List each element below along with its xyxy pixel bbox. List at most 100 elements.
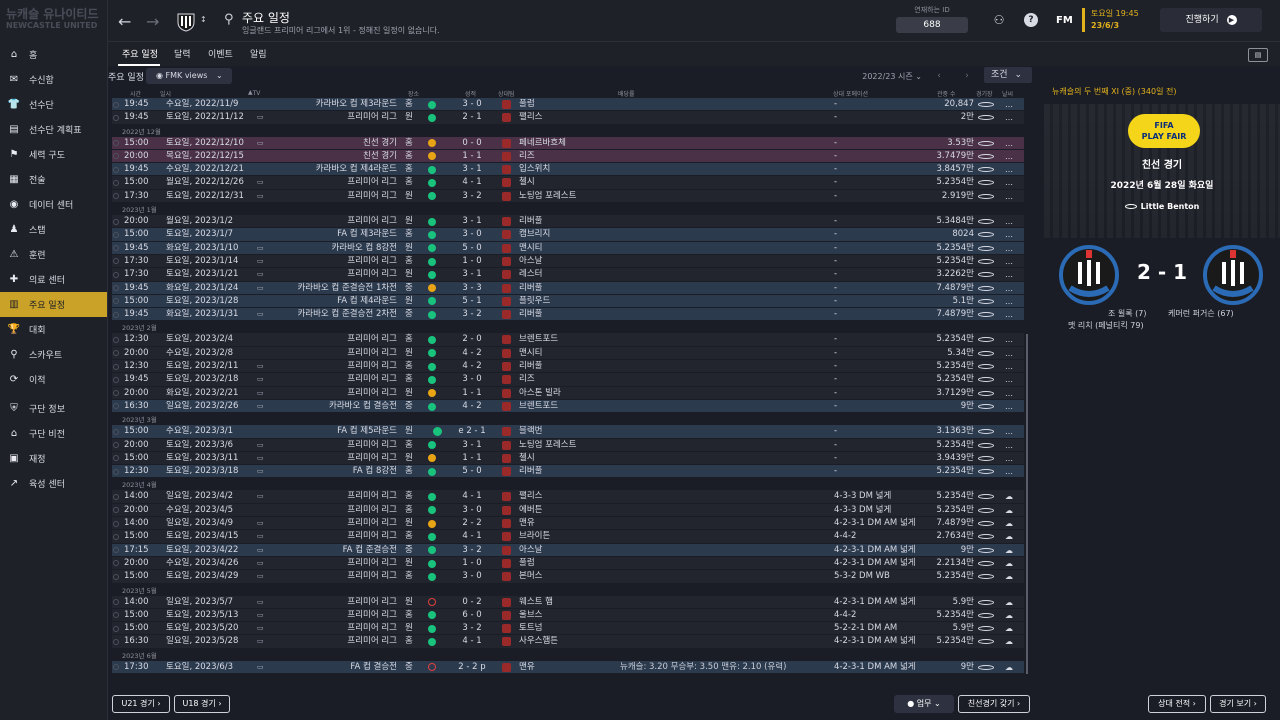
season-dropdown[interactable]: 2022/23 시즌 ⌄ xyxy=(844,69,922,84)
opponent-name[interactable]: 블랙번 xyxy=(519,425,542,438)
col-tv-competition[interactable]: ▲ TV 대회 xyxy=(248,89,260,115)
match-result[interactable]: 4 - 1 xyxy=(458,530,486,543)
match-result[interactable]: 3 - 2 xyxy=(458,622,486,635)
match-result[interactable]: 2 - 0 xyxy=(458,333,486,346)
opponent-name[interactable]: 플릿우드 xyxy=(519,295,550,308)
match-result[interactable]: 3 - 3 xyxy=(458,282,486,295)
row-select-icon[interactable] xyxy=(113,153,119,160)
table-row[interactable]: 19:45 수요일, 2022/12/21 카라바오 컵 제4라운드 홈 3 - 1 입스… xyxy=(112,163,1024,177)
sidebar-item-10[interactable]: ▥ 주요 일정 xyxy=(0,292,107,317)
competition[interactable]: 프리미어 리그 xyxy=(272,255,397,268)
opponent-name[interactable]: 맨시티 xyxy=(519,347,542,360)
row-select-icon[interactable] xyxy=(113,311,119,318)
competition[interactable]: 프리미어 리그 xyxy=(272,333,397,346)
table-row[interactable]: 15:00 토요일, 2022/12/10 ▭ 친선 경기 홈 0 - 0 페네르바흐체 - 3… xyxy=(112,136,1024,150)
sidebar-item-16[interactable]: ▣ 재정 xyxy=(0,446,107,471)
opponent-name[interactable]: 아스날 xyxy=(519,255,542,268)
match-result[interactable]: 5 - 0 xyxy=(458,242,486,255)
match-result[interactable]: 2 - 2 p xyxy=(458,661,486,674)
table-row[interactable]: 17:15 토요일, 2023/4/22 ▭ FA 컵 준결승전 중 3 - 2 아스날 4-… xyxy=(112,543,1024,557)
col-weather[interactable]: 날씨 xyxy=(1002,89,1013,98)
row-select-icon[interactable] xyxy=(113,403,119,410)
sidebar-item-15[interactable]: ⌂ 구단 비전 xyxy=(0,421,107,446)
competition[interactable]: FA 컵 제5라운드 xyxy=(272,425,397,438)
match-result[interactable]: e 2 - 1 xyxy=(458,425,486,438)
view-match-button[interactable]: 경기 보기 › xyxy=(1210,695,1266,713)
table-row[interactable]: 12:30 토요일, 2023/2/4 프리미어 리그 홈 2 - 0 브렌트포드 - 5.2… xyxy=(112,333,1024,347)
table-row[interactable]: 15:00 토요일, 2023/4/15 ▭ 프리미어 리그 홈 4 - 1 브라이튼 4-4… xyxy=(112,530,1024,544)
opponent-name[interactable]: 리버풀 xyxy=(519,282,542,295)
row-select-icon[interactable] xyxy=(113,612,119,619)
match-result[interactable]: 3 - 0 xyxy=(458,228,486,241)
away-team-crest-icon[interactable] xyxy=(1202,244,1264,306)
competition[interactable]: 프리미어 리그 xyxy=(272,504,397,517)
table-row[interactable]: 19:45 화요일, 2023/1/31 ▭ 카라바오 컵 준결승전 2차전 중 3 - … xyxy=(112,308,1024,322)
col-date[interactable]: 일시 xyxy=(160,89,171,98)
forward-arrow-icon[interactable]: → xyxy=(146,12,159,31)
sidebar-item-12[interactable]: ⚲ 스카우트 xyxy=(0,342,107,367)
search-icon[interactable]: ⚲ xyxy=(224,12,234,27)
opponent-name[interactable]: 리버풀 xyxy=(519,215,542,228)
competition[interactable]: 프리미어 리그 xyxy=(272,111,397,124)
competition[interactable]: 친선 경기 xyxy=(272,150,397,163)
row-select-icon[interactable] xyxy=(113,140,119,147)
tab-alerts[interactable]: 알림 xyxy=(250,47,267,60)
col-opponent[interactable]: 상대팀 xyxy=(498,89,515,98)
row-select-icon[interactable] xyxy=(113,468,119,475)
match-result[interactable]: 3 - 1 xyxy=(458,439,486,452)
opponent-name[interactable]: 아스날 xyxy=(519,544,542,557)
match-result[interactable]: 3 - 1 xyxy=(458,215,486,228)
opponent-name[interactable]: 아스톤 빌라 xyxy=(519,387,561,400)
opponent-name[interactable]: 페네르바흐체 xyxy=(519,137,566,150)
row-select-icon[interactable] xyxy=(113,442,119,449)
table-row[interactable]: 16:30 일요일, 2023/5/28 ▭ 프리미어 리그 홈 4 - 1 사우스햄튼 4-… xyxy=(112,635,1024,649)
table-row[interactable]: 19:45 토요일, 2022/11/12 ▭ 프리미어 리그 원 2 - 1 팰리스 - 2만… xyxy=(112,111,1024,125)
match-result[interactable]: 1 - 1 xyxy=(458,387,486,400)
table-row[interactable]: 19:45 토요일, 2023/2/18 ▭ 프리미어 리그 홈 3 - 0 리즈 - 5.23… xyxy=(112,373,1024,387)
table-row[interactable]: 20:00 수요일, 2023/4/5 프리미어 리그 홈 3 - 0 에버튼 4-3-3 … xyxy=(112,503,1024,518)
row-select-icon[interactable] xyxy=(113,455,119,462)
table-row[interactable]: 17:30 토요일, 2023/1/14 ▭ 프리미어 리그 홈 1 - 0 아스날 - 5.2… xyxy=(112,254,1024,269)
opponent-name[interactable]: 리즈 xyxy=(519,373,535,386)
competition[interactable]: FA 컵 준결승전 xyxy=(272,544,397,557)
table-row[interactable]: 12:30 토요일, 2023/3/18 ▭ FA 컵 8강전 홈 5 - 0 리버풀 - 5.… xyxy=(112,465,1024,479)
sidebar-item-3[interactable]: ▤ 선수단 계획표 xyxy=(0,117,107,142)
tab-schedule[interactable]: 주요 일정 xyxy=(122,47,158,60)
competition[interactable]: 카라바오 컵 8강전 xyxy=(272,242,397,255)
opponent-name[interactable]: 캠브리지 xyxy=(519,228,550,241)
table-row[interactable]: 19:45 수요일, 2022/11/9 카라바오 컵 제3라운드 홈 3 - 0 풀럼 -… xyxy=(112,98,1024,112)
row-select-icon[interactable] xyxy=(113,573,119,580)
match-result[interactable]: 3 - 1 xyxy=(458,163,486,176)
competition[interactable]: FA 컵 제4라운드 xyxy=(272,295,397,308)
table-scrollbar[interactable] xyxy=(1026,334,1028,674)
col-odds[interactable]: 배당률 xyxy=(618,89,635,98)
row-select-icon[interactable] xyxy=(113,336,119,343)
competition[interactable]: 프리미어 리그 xyxy=(272,215,397,228)
continue-button[interactable]: 진행하기 ▶ xyxy=(1160,8,1262,32)
opponent-name[interactable]: 울브스 xyxy=(519,609,542,622)
competition[interactable]: 프리미어 리그 xyxy=(272,530,397,543)
tab-events[interactable]: 이벤트 xyxy=(208,47,233,60)
table-row[interactable]: 20:00 수요일, 2023/2/8 프리미어 리그 원 4 - 2 맨시티 - 5.34만… xyxy=(112,346,1024,361)
competition[interactable]: 친선 경기 xyxy=(272,137,397,150)
row-select-icon[interactable] xyxy=(113,285,119,292)
row-select-icon[interactable] xyxy=(113,179,119,186)
competition[interactable]: 프리미어 리그 xyxy=(272,517,397,530)
competition[interactable]: 프리미어 리그 xyxy=(272,557,397,570)
table-row[interactable]: 15:00 토요일, 2023/1/7 FA 컵 제3라운드 홈 3 - 0 캠브리지 - 8… xyxy=(112,228,1024,242)
match-result[interactable]: 0 - 0 xyxy=(458,137,486,150)
sidebar-item-4[interactable]: ⚑ 세력 구도 xyxy=(0,142,107,167)
fm-logo[interactable]: FM xyxy=(1056,15,1073,26)
match-result[interactable]: 1 - 0 xyxy=(458,255,486,268)
col-formation[interactable]: 상대 포메이션 xyxy=(833,89,868,98)
table-row[interactable]: 20:00 월요일, 2023/1/2 프리미어 리그 원 3 - 1 리버풀 - 5.348… xyxy=(112,215,1024,229)
competition[interactable]: 프리미어 리그 xyxy=(272,176,397,189)
opponent-name[interactable]: 본머스 xyxy=(519,570,542,583)
col-result[interactable]: 성적 xyxy=(465,89,476,98)
match-result[interactable]: 6 - 0 xyxy=(458,609,486,622)
row-select-icon[interactable] xyxy=(113,218,119,225)
table-row[interactable]: 15:00 토요일, 2023/5/20 ▭ 프리미어 리그 원 3 - 2 토트넘 5-2-… xyxy=(112,622,1024,636)
prev-season-icon[interactable]: ‹ xyxy=(930,69,948,84)
competition[interactable]: 카라바오 컵 제4라운드 xyxy=(272,163,397,176)
views-dropdown[interactable]: ◉ FMK views ⌄ xyxy=(146,68,232,84)
